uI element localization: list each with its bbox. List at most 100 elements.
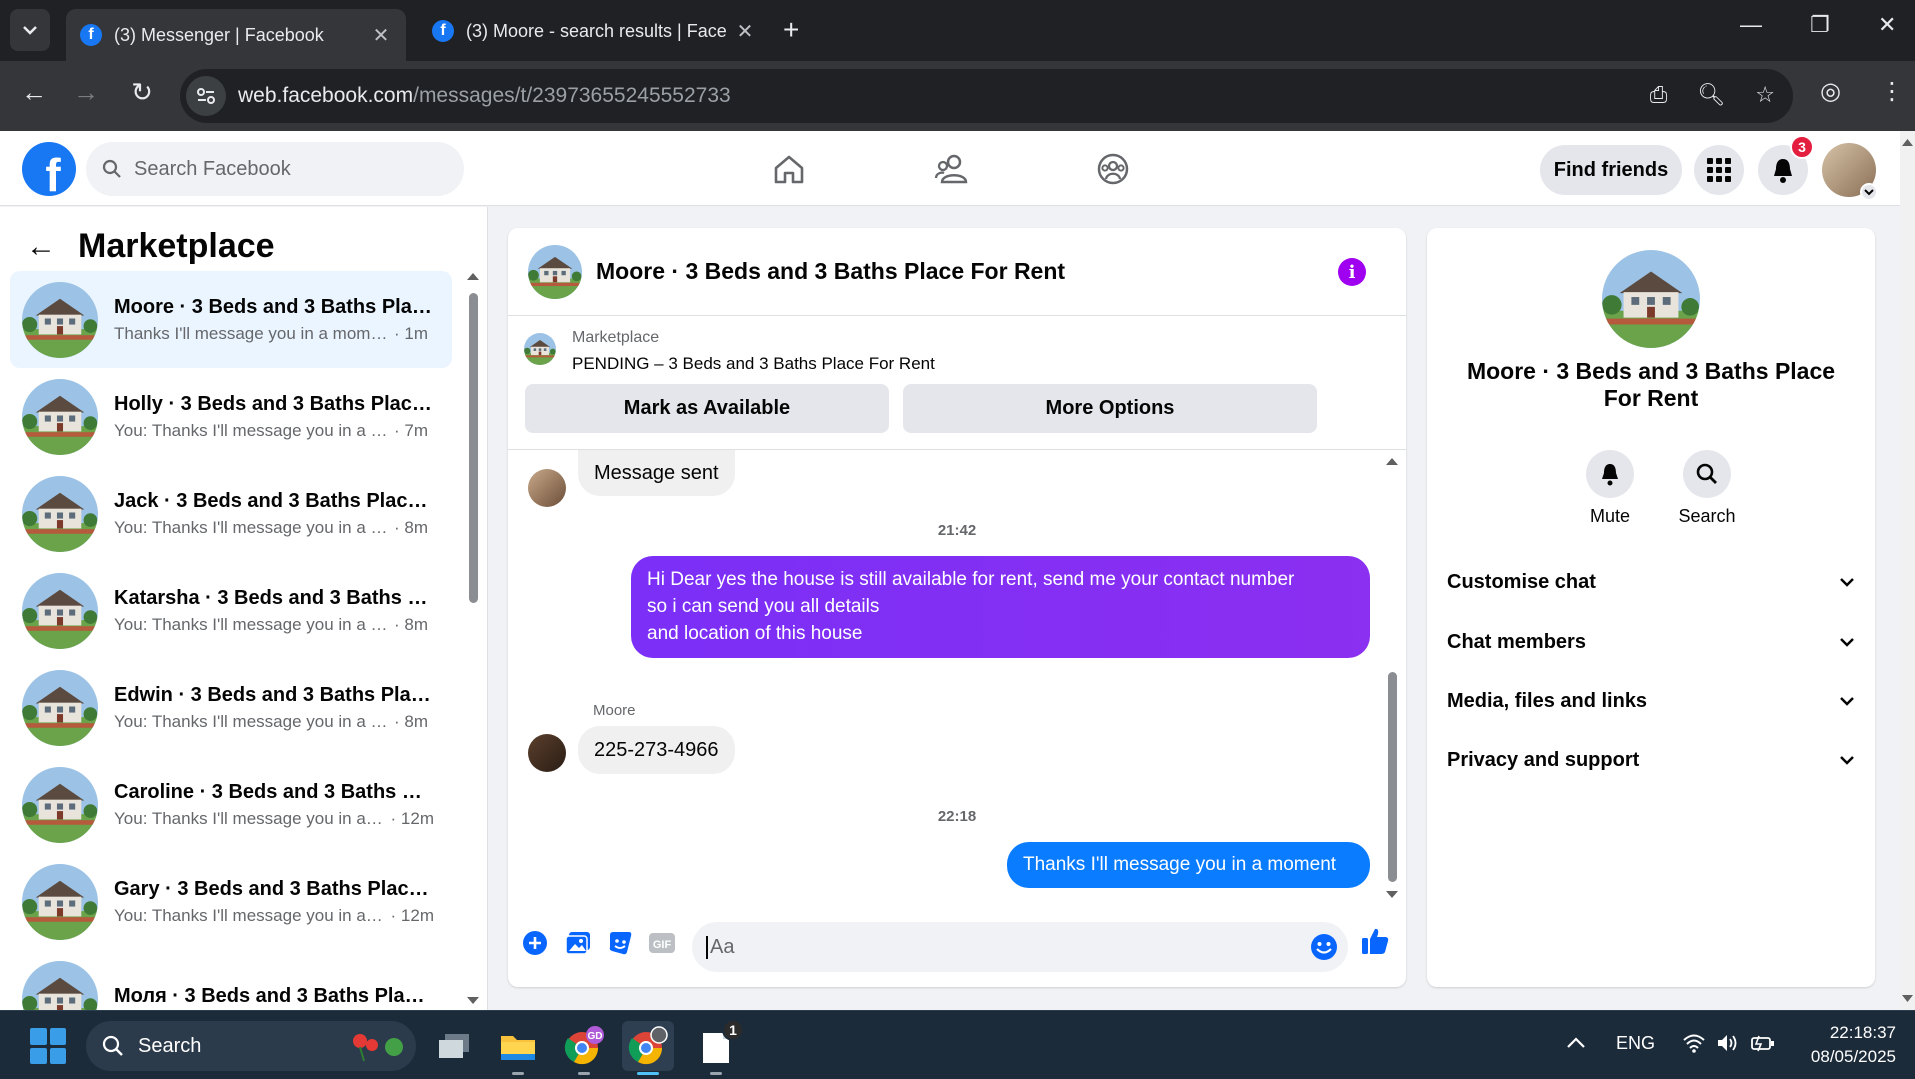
close-tab-icon[interactable]: ✕ [370, 23, 392, 48]
emoji-icon[interactable] [1310, 933, 1338, 961]
chrome-active-profile-icon[interactable] [622, 1021, 674, 1075]
forward-arrow-icon[interactable]: → [68, 77, 104, 108]
gif-icon[interactable]: GIF [647, 928, 677, 958]
nav-groups[interactable] [1058, 141, 1168, 197]
sender-avatar[interactable] [528, 469, 566, 507]
more-options-button[interactable]: More Options [903, 384, 1317, 433]
close-tab-icon[interactable]: ✕ [734, 19, 756, 44]
conversation-snippet: You: Thanks I'll message you in a moment [114, 905, 387, 925]
back-arrow-icon[interactable]: ← [26, 230, 56, 264]
minimize-icon[interactable]: — [1740, 12, 1762, 38]
sticker-icon[interactable] [605, 928, 635, 958]
facebook-header: f Find friends 3 [0, 131, 1900, 206]
message-input-field[interactable] [692, 922, 1348, 972]
conversation-item[interactable]: Моля · 3 Beds and 3 Baths Place For Rent [10, 950, 452, 1011]
conversation-name: Caroline · 3 Beds and 3 Baths Place For … [114, 780, 434, 803]
browser-tab-search-results[interactable]: f (3) Moore - search results | Face ✕ [418, 9, 770, 53]
site-settings-icon[interactable] [186, 76, 226, 116]
input-language[interactable]: ENG [1616, 1033, 1655, 1054]
listing-status[interactable]: PENDING – 3 Beds and 3 Baths Place For R… [572, 354, 935, 374]
section-media-files-links[interactable]: Media, files and links [1447, 676, 1855, 726]
wifi-icon[interactable] [1682, 1033, 1706, 1058]
windows-start-icon[interactable] [30, 1028, 66, 1064]
back-arrow-icon[interactable]: ← [16, 77, 52, 108]
browser-tabstrip: f (3) Messenger | Facebook ✕ f (3) Moore… [0, 0, 1915, 61]
chevron-down-icon [1840, 578, 1854, 587]
zoom-icon[interactable]: 🔍︎ [1697, 82, 1725, 108]
address-bar[interactable]: web.facebook.com/messages/t/239736552455… [180, 69, 1793, 123]
scroll-down-icon[interactable] [1385, 890, 1399, 900]
add-icon[interactable] [520, 928, 550, 958]
message-thread-scrollbar[interactable] [1385, 450, 1399, 906]
message-timestamp: 22:18 [937, 808, 977, 825]
scroll-up-icon[interactable] [466, 271, 480, 281]
scroll-up-icon[interactable] [1385, 456, 1399, 466]
reload-icon[interactable]: ↻ [124, 77, 160, 108]
file-explorer-icon[interactable] [492, 1021, 544, 1075]
mark-as-available-button[interactable]: Mark as Available [525, 384, 889, 433]
message-thread: Message sent 21:42 Hi Dear yes the house… [508, 450, 1406, 906]
browser-tab-messenger[interactable]: f (3) Messenger | Facebook ✕ [66, 9, 406, 61]
conversation-item[interactable]: Jack · 3 Beds and 3 Baths Place For Rent… [10, 465, 452, 562]
find-friends-button[interactable]: Find friends [1540, 145, 1682, 195]
nav-friends[interactable] [896, 141, 1006, 197]
close-window-icon[interactable]: ✕ [1878, 12, 1896, 38]
task-view-icon[interactable] [428, 1021, 480, 1071]
browser-menu-icon[interactable]: ⋮ [1880, 77, 1904, 106]
scroll-down-icon[interactable] [466, 996, 480, 1006]
mute-button[interactable]: Mute [1570, 450, 1650, 527]
message-bubble-outgoing[interactable]: Thanks I'll message you in a moment [1007, 842, 1370, 888]
system-clock[interactable]: 22:18:37 08/05/2025 [1786, 1021, 1896, 1069]
restore-window-icon[interactable]: ❐ [1810, 12, 1830, 38]
volume-icon[interactable] [1716, 1033, 1740, 1058]
install-app-icon[interactable]: ⎙ [1650, 82, 1668, 108]
listing-photo[interactable] [1602, 250, 1700, 348]
search-in-chat-button[interactable]: Search [1667, 450, 1747, 527]
page-scrollbar[interactable] [1900, 131, 1915, 1010]
conversation-item[interactable]: Moore · 3 Beds and 3 Baths Place For Ren… [10, 271, 452, 368]
info-icon[interactable]: i [1338, 258, 1366, 286]
menu-grid-button[interactable] [1694, 145, 1744, 195]
chrome-gd-profile-icon[interactable]: GD [558, 1021, 610, 1075]
clock-date: 08/05/2025 [1810, 1047, 1896, 1066]
profile-icon[interactable]: ◎ [1820, 77, 1841, 106]
thumbs-up-icon[interactable] [1360, 926, 1390, 956]
message-timestamp: 21:42 [937, 522, 977, 539]
message-bubble-outgoing[interactable]: Hi Dear yes the house is still available… [631, 556, 1370, 658]
search-icon [1696, 463, 1717, 484]
battery-icon[interactable] [1750, 1033, 1776, 1058]
account-chevron-icon[interactable] [1860, 183, 1878, 201]
nav-home[interactable] [734, 141, 844, 197]
conversation-item[interactable]: Gary · 3 Beds and 3 Baths Place For Rent… [10, 853, 452, 950]
facebook-logo-icon[interactable]: f [22, 142, 76, 196]
taskbar-search[interactable]: Search [86, 1021, 416, 1071]
conversation-time: · 12m [390, 905, 434, 925]
show-hidden-icons-chevron-icon[interactable] [1566, 1033, 1586, 1054]
tab-search-button[interactable] [10, 9, 50, 51]
chat-listing-avatar[interactable] [528, 244, 582, 299]
conversation-list-scrollbar[interactable] [466, 271, 480, 1006]
search-input[interactable] [134, 157, 434, 181]
scroll-down-icon[interactable] [1900, 994, 1915, 1004]
facebook-search[interactable] [86, 142, 464, 196]
section-customise-chat[interactable]: Customise chat [1447, 557, 1855, 607]
conversation-item[interactable]: Katarsha · 3 Beds and 3 Baths Place For … [10, 562, 452, 659]
sender-avatar[interactable] [528, 734, 566, 772]
scrollbar-thumb[interactable] [1388, 672, 1397, 882]
message-bubble-incoming[interactable]: Message sent [578, 450, 735, 496]
message-input[interactable] [706, 935, 1266, 959]
bookmark-star-icon[interactable]: ☆ [1755, 82, 1775, 108]
section-privacy-support[interactable]: Privacy and support [1447, 735, 1855, 785]
photo-icon[interactable] [563, 928, 593, 958]
conversation-name: Jack · 3 Beds and 3 Baths Place For Rent [114, 489, 434, 512]
section-chat-members[interactable]: Chat members [1447, 617, 1855, 667]
notepad-icon[interactable]: 1 [690, 1019, 744, 1075]
message-bubble-incoming[interactable]: 225-273-4966 [578, 726, 735, 774]
scroll-up-icon[interactable] [1900, 137, 1915, 147]
conversation-item[interactable]: Holly · 3 Beds and 3 Baths Place For Ren… [10, 368, 452, 465]
new-tab-icon[interactable]: + [783, 14, 799, 46]
conversation-item[interactable]: Edwin · 3 Beds and 3 Baths Place For Ren… [10, 659, 452, 756]
chat-title[interactable]: Moore · 3 Beds and 3 Baths Place For Ren… [596, 258, 1065, 285]
scrollbar-thumb[interactable] [469, 293, 478, 603]
conversation-item[interactable]: Caroline · 3 Beds and 3 Baths Place For … [10, 756, 452, 853]
